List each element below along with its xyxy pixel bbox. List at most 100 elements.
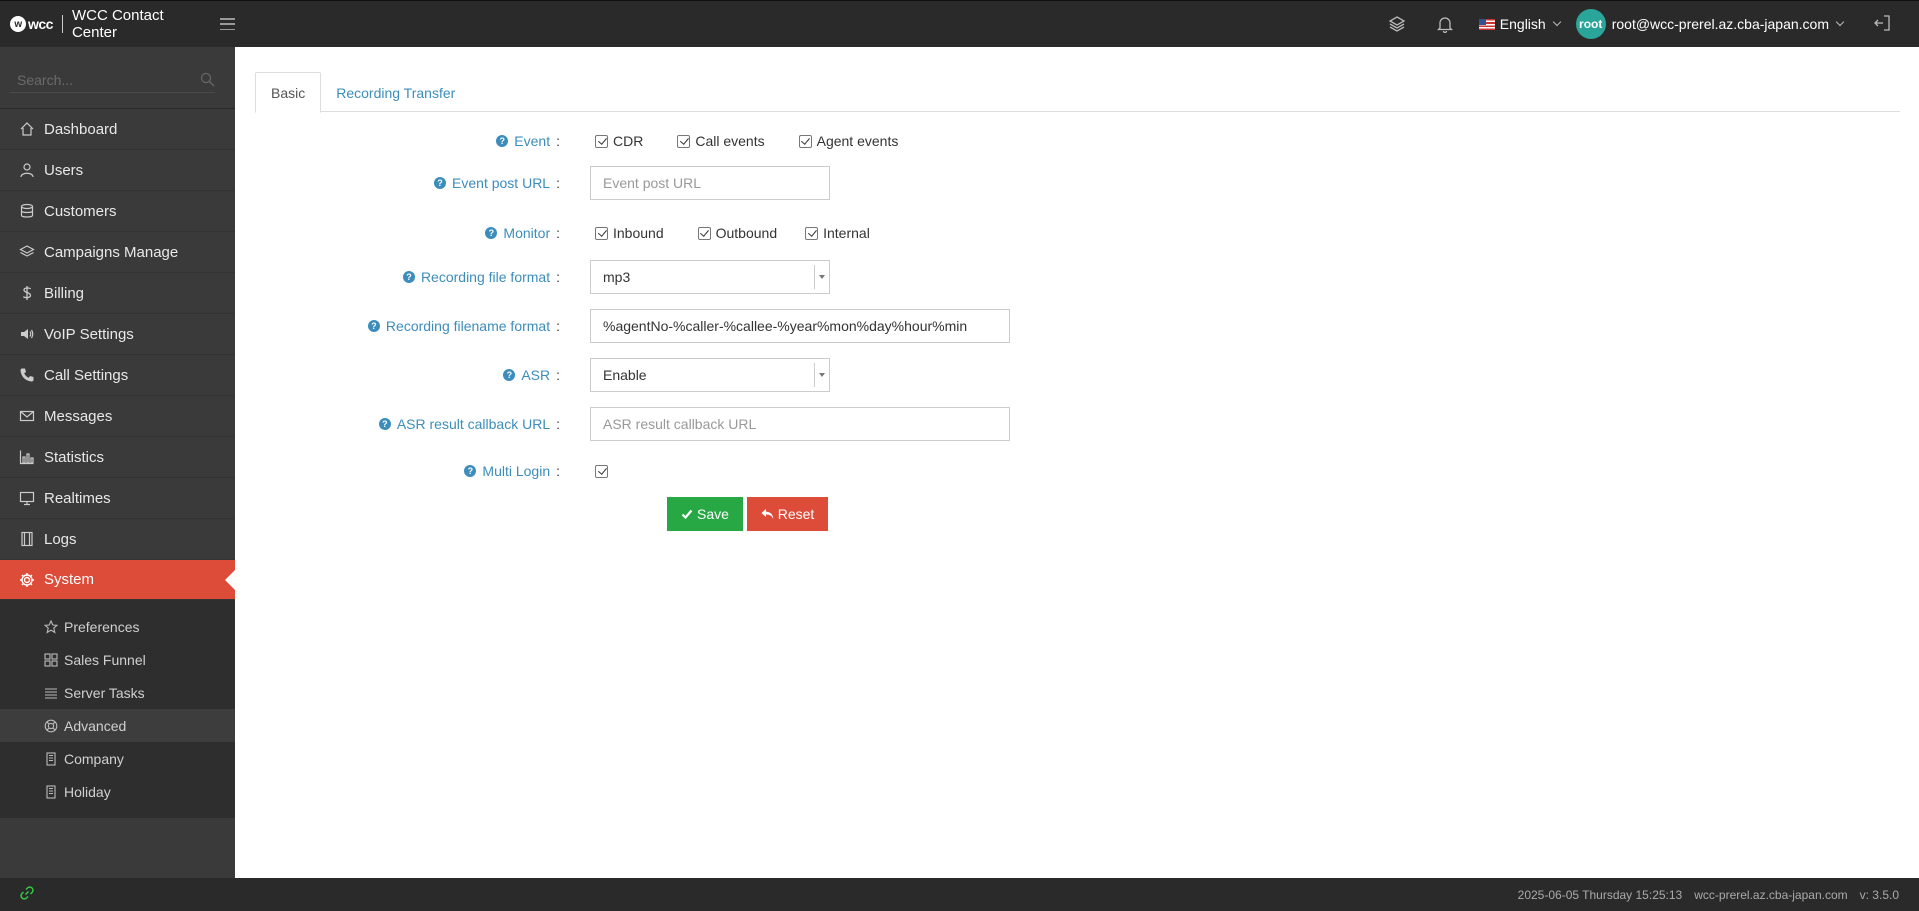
sidebar-item-campaigns[interactable]: Campaigns Manage [0, 232, 235, 273]
field-label: ? Recording filename format : [235, 318, 560, 334]
logo-text: wcc [28, 16, 53, 32]
tab-basic[interactable]: Basic [255, 72, 322, 113]
sidebar-subitem-label: Server Tasks [64, 684, 145, 701]
help-icon[interactable]: ? [434, 177, 447, 189]
asr-select[interactable]: Enable [590, 358, 830, 392]
monitor-label: Monitor [503, 225, 551, 241]
checkbox-label: CDR [613, 133, 644, 149]
sidebar-subitem-holiday[interactable]: Holiday [0, 775, 235, 808]
help-icon[interactable]: ? [496, 135, 509, 147]
lifebuoy-icon [44, 719, 58, 733]
event-agent-events-checkbox[interactable] [798, 134, 812, 148]
event-cdr-option[interactable]: CDR [595, 133, 643, 149]
sidebar-subitem-label: Company [64, 750, 124, 767]
menu-toggle-icon[interactable] [220, 18, 236, 30]
user-menu[interactable]: root root@wcc-prerel.az.cba-japan.com [1575, 9, 1845, 39]
sidebar-item-label: Dashboard [44, 120, 118, 138]
event-post-url-input[interactable] [590, 166, 830, 200]
sidebar-item-label: Campaigns Manage [44, 243, 179, 261]
sidebar-subitem-preferences[interactable]: Preferences [0, 610, 235, 643]
star-icon [44, 619, 58, 634]
sidebar-item-users[interactable]: Users [0, 150, 235, 191]
chevron-down-icon [1552, 17, 1561, 27]
sidebar-item-billing[interactable]: Billing [0, 273, 235, 314]
monitor-outbound-checkbox[interactable] [697, 226, 711, 240]
sidebar-item-label: Customers [44, 202, 117, 220]
sidebar-subitem-advanced[interactable]: Advanced [0, 709, 235, 742]
sidebar-subitem-server-tasks[interactable]: Server Tasks [0, 676, 235, 709]
sidebar-item-label: Statistics [44, 448, 105, 466]
sidebar-item-system[interactable]: System [0, 560, 235, 600]
help-icon[interactable]: ? [464, 465, 477, 477]
field-label: ? ASR : [235, 367, 560, 383]
sidebar-subitem-sales-funnel[interactable]: Sales Funnel [0, 643, 235, 676]
monitor-internal-checkbox[interactable] [805, 226, 819, 240]
event-call-events-option[interactable]: Call events [677, 133, 765, 149]
sidebar-item-customers[interactable]: Customers [0, 191, 235, 232]
bell-icon[interactable] [1435, 14, 1455, 34]
form-row-monitor: ? Monitor : Inbound Outbound Internal [235, 221, 1919, 245]
brand-divider [61, 15, 63, 33]
search-icon[interactable] [200, 72, 215, 90]
help-icon[interactable]: ? [378, 418, 391, 430]
building-icon [44, 751, 58, 766]
language-selector[interactable]: English [1478, 16, 1561, 32]
sidebar-item-call-settings[interactable]: Call Settings [0, 355, 235, 396]
monitor-inbound-checkbox[interactable] [595, 226, 608, 240]
save-button[interactable]: Save [667, 497, 743, 531]
label-colon: : [556, 367, 560, 383]
sidebar-item-voip-settings[interactable]: VoIP Settings [0, 314, 235, 355]
label-colon: : [556, 269, 560, 285]
status-bar: 2025-06-05 Thursday 15:25:13 wcc-prerel.… [0, 878, 1919, 911]
recording-file-format-select[interactable]: mp3 [590, 260, 830, 294]
footer-host: wcc-prerel.az.cba-japan.com [1694, 887, 1848, 902]
sidebar-item-realtimes[interactable]: Realtimes [0, 478, 235, 519]
sidebar-item-label: Messages [44, 407, 113, 425]
event-call-events-checkbox[interactable] [677, 134, 691, 148]
sidebar-subitem-company[interactable]: Company [0, 742, 235, 775]
app-title: WCC Contact Center [71, 7, 164, 41]
caret-down-icon [814, 265, 829, 289]
help-icon[interactable]: ? [503, 369, 516, 381]
search-input[interactable] [10, 67, 215, 93]
sidebar-subitem-label: Preferences [64, 618, 140, 635]
reset-button[interactable]: Reset [747, 497, 828, 531]
sidebar-item-logs[interactable]: Logs [0, 519, 235, 560]
sidebar-item-dashboard[interactable]: Dashboard [0, 109, 235, 150]
monitor-outbound-option[interactable]: Outbound [697, 225, 777, 241]
help-icon[interactable]: ? [402, 271, 415, 283]
tab-recording-transfer[interactable]: Recording Transfer [321, 72, 470, 113]
label-colon: : [556, 225, 560, 241]
sidebar-item-statistics[interactable]: Statistics [0, 437, 235, 478]
recording-file-format-label: Recording file format [420, 269, 551, 285]
checkbox-label: Inbound [613, 225, 664, 241]
recording-filename-format-input[interactable] [590, 309, 1010, 343]
checkbox-label: Call events [695, 133, 765, 149]
chevron-down-icon [1835, 17, 1845, 27]
label-colon: : [556, 133, 560, 149]
sidebar-subitem-label: Holiday [64, 783, 111, 800]
monitor-internal-option[interactable]: Internal [805, 225, 870, 241]
field-label: ? Event : [235, 133, 560, 149]
field-label: ? ASR result callback URL : [235, 416, 560, 432]
reset-label: Reset [777, 506, 815, 522]
envelope-icon [18, 407, 36, 425]
sidebar-subitem-label: Advanced [64, 717, 127, 734]
multi-login-checkbox[interactable] [595, 464, 608, 478]
monitor-inbound-option[interactable]: Inbound [595, 225, 664, 241]
brand[interactable]: w wcc WCC Contact Center [0, 1, 236, 48]
recording-filename-format-label: Recording filename format [385, 318, 551, 334]
event-cdr-checkbox[interactable] [595, 134, 608, 148]
event-agent-events-option[interactable]: Agent events [798, 133, 898, 149]
film-icon [18, 530, 36, 548]
user-email: root@wcc-prerel.az.cba-japan.com [1611, 16, 1829, 32]
help-icon[interactable]: ? [367, 320, 380, 332]
sidebar-item-label: Call Settings [44, 366, 129, 384]
asr-callback-url-input[interactable] [590, 407, 1010, 441]
sidebar-item-label: Realtimes [44, 489, 111, 507]
sidebar-item-label: Users [44, 161, 84, 179]
help-icon[interactable]: ? [485, 227, 498, 239]
sidebar-item-messages[interactable]: Messages [0, 396, 235, 437]
layers-icon[interactable] [1387, 14, 1407, 34]
logout-icon[interactable] [1873, 14, 1891, 35]
